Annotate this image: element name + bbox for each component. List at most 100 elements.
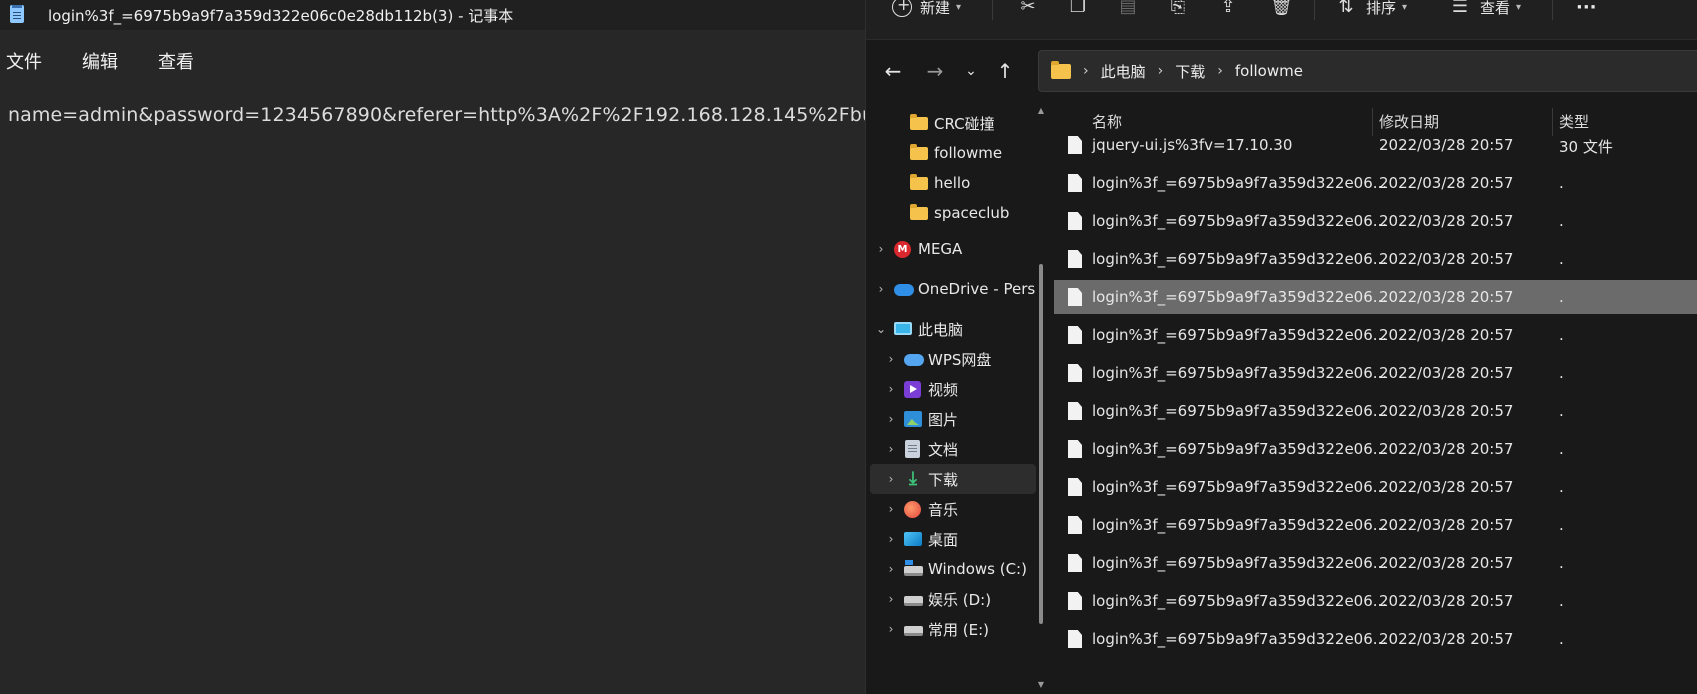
- nav-item-label: 此电脑: [918, 320, 964, 339]
- chevron-right-icon[interactable]: ›: [884, 382, 898, 396]
- sort-ascending-icon: ⌃: [1224, 104, 1232, 109]
- video-icon: [904, 381, 921, 398]
- notepad-titlebar[interactable]: login%3f_=6975b9a9f7a359d322e06c0e28db11…: [0, 0, 865, 30]
- file-row[interactable]: login%3f_=6975b9a9f7a359d322e06... 2022/…: [1054, 432, 1697, 466]
- chevron-right-icon[interactable]: ›: [874, 242, 888, 256]
- nav-item-hello[interactable]: hello: [870, 168, 1036, 198]
- file-row[interactable]: login%3f_=6975b9a9f7a359d322e06... 2022/…: [1054, 584, 1697, 618]
- chevron-right-icon[interactable]: ›: [884, 562, 898, 576]
- recent-locations-chevron-icon[interactable]: ⌄: [958, 58, 984, 84]
- trash-icon: 🗑: [1270, 0, 1293, 17]
- file-icon: [1068, 516, 1082, 534]
- nav-item-pictures[interactable]: › 图片: [870, 404, 1036, 434]
- notepad-title: login%3f_=6975b9a9f7a359d322e06c0e28db11…: [48, 7, 514, 25]
- copy-button[interactable]: ❐: [1068, 0, 1088, 22]
- chevron-right-icon[interactable]: ›: [874, 282, 888, 296]
- file-type: .: [1559, 478, 1564, 496]
- file-name: login%3f_=6975b9a9f7a359d322e06...: [1092, 478, 1388, 496]
- folder-icon: [910, 204, 928, 220]
- scroll-up-arrow-icon[interactable]: ▲: [1036, 106, 1046, 115]
- scrollbar-thumb[interactable]: [1039, 264, 1043, 624]
- breadcrumb-downloads[interactable]: 下载: [1175, 61, 1205, 82]
- drive-icon: [904, 596, 923, 606]
- back-arrow-icon[interactable]: ←: [880, 58, 906, 84]
- nav-item-label: 图片: [928, 410, 959, 429]
- folder-icon: [910, 114, 928, 130]
- nav-item-label: followme: [934, 144, 1003, 162]
- nav-item-label: CRC碰撞: [934, 114, 995, 133]
- more-options-button[interactable]: ···: [1576, 0, 1597, 22]
- chevron-right-icon[interactable]: ›: [884, 472, 898, 486]
- notepad-content: name=admin&password=1234567890&referer=h…: [8, 104, 865, 126]
- nav-item-drive-e[interactable]: › 常用 (E:): [870, 614, 1036, 644]
- chevron-right-icon[interactable]: ›: [884, 592, 898, 606]
- chevron-right-icon[interactable]: ›: [884, 442, 898, 456]
- file-explorer-window: 新建 ▾ ✂ ❐ ▤ ⎘ ⇪ 🗑 ⇅ 排序 ▾ ☰ 查看 ▾ ··· ← → ⌄…: [865, 0, 1697, 694]
- nav-item-this-pc[interactable]: ⌄ 此电脑: [870, 314, 1036, 344]
- sort-button[interactable]: ⇅ 排序 ▾: [1336, 0, 1407, 22]
- notepad-menubar: 文件 编辑 查看: [0, 42, 228, 78]
- file-row[interactable]: login%3f_=6975b9a9f7a359d322e06... 2022/…: [1054, 470, 1697, 504]
- menu-file[interactable]: 文件: [0, 42, 64, 78]
- nav-item-videos[interactable]: › 视频: [870, 374, 1036, 404]
- chevron-right-icon[interactable]: ›: [884, 352, 898, 366]
- nav-item-followme[interactable]: followme: [870, 138, 1036, 168]
- file-type: .: [1559, 326, 1564, 344]
- cut-button[interactable]: ✂: [1018, 0, 1038, 22]
- nav-item-downloads[interactable]: › ⤓ 下载: [870, 464, 1036, 494]
- file-row[interactable]: login%3f_=6975b9a9f7a359d322e06... 2022/…: [1054, 318, 1697, 352]
- file-name: jquery-ui.js%3fv=17.10.30: [1092, 136, 1293, 154]
- nav-item-onedrive[interactable]: › OneDrive - Persc: [870, 274, 1036, 304]
- delete-button[interactable]: 🗑: [1270, 0, 1293, 22]
- share-button[interactable]: ⇪: [1218, 0, 1238, 22]
- file-icon: [1068, 326, 1082, 344]
- file-row[interactable]: login%3f_=6975b9a9f7a359d322e06... 2022/…: [1054, 546, 1697, 580]
- file-row[interactable]: login%3f_=6975b9a9f7a359d322e06... 2022/…: [1054, 394, 1697, 428]
- sort-label: 排序: [1366, 0, 1397, 17]
- file-row[interactable]: login%3f_=6975b9a9f7a359d322e06... 2022/…: [1054, 622, 1697, 656]
- file-row[interactable]: login%3f_=6975b9a9f7a359d322e06... 2022/…: [1054, 508, 1697, 542]
- file-row[interactable]: login%3f_=6975b9a9f7a359d322e06... 2022/…: [1054, 242, 1697, 276]
- file-row[interactable]: login%3f_=6975b9a9f7a359d322e06... 2022/…: [1054, 166, 1697, 200]
- breadcrumb-followme[interactable]: followme: [1235, 62, 1303, 80]
- view-button[interactable]: ☰ 查看 ▾: [1450, 0, 1521, 22]
- nav-item-spaceclub[interactable]: spaceclub: [870, 198, 1036, 228]
- file-date: 2022/03/28 20:57: [1379, 440, 1514, 458]
- paste-button[interactable]: ▤: [1118, 0, 1138, 22]
- notepad-text-area[interactable]: name=admin&password=1234567890&referer=h…: [0, 86, 865, 694]
- nav-item-crc[interactable]: CRC碰撞: [870, 108, 1036, 138]
- file-row[interactable]: jquery-ui.js%3fv=17.10.30 2022/03/28 20:…: [1054, 128, 1697, 162]
- nav-item-label: OneDrive - Persc: [918, 280, 1036, 298]
- address-bar[interactable]: › 此电脑 › 下载 › followme: [1038, 50, 1697, 92]
- toolbar-divider: [1314, 0, 1315, 20]
- chevron-right-icon[interactable]: ›: [884, 622, 898, 636]
- chevron-down-icon[interactable]: ⌄: [874, 322, 888, 336]
- menu-edit[interactable]: 编辑: [76, 42, 140, 78]
- file-date: 2022/03/28 20:57: [1379, 516, 1514, 534]
- file-row[interactable]: login%3f_=6975b9a9f7a359d322e06... 2022/…: [1054, 356, 1697, 390]
- new-button[interactable]: 新建 ▾: [892, 0, 961, 22]
- breadcrumb-this-pc[interactable]: 此电脑: [1101, 61, 1146, 82]
- file-row-selected[interactable]: login%3f_=6975b9a9f7a359d322e06... 2022/…: [1054, 280, 1697, 314]
- chevron-right-icon: ›: [1217, 63, 1223, 79]
- nav-item-drive-c[interactable]: › Windows (C:): [870, 554, 1036, 584]
- chevron-right-icon[interactable]: ›: [884, 412, 898, 426]
- rename-button[interactable]: ⎘: [1168, 0, 1188, 22]
- forward-arrow-icon[interactable]: →: [922, 58, 948, 84]
- nav-item-mega[interactable]: › M MEGA: [870, 234, 1036, 264]
- file-icon: [1068, 554, 1082, 572]
- scroll-down-arrow-icon[interactable]: ▼: [1036, 680, 1046, 689]
- file-name: login%3f_=6975b9a9f7a359d322e06...: [1092, 554, 1388, 572]
- chevron-right-icon[interactable]: ›: [884, 502, 898, 516]
- up-arrow-icon[interactable]: ↑: [992, 58, 1018, 84]
- nav-item-label: hello: [934, 174, 971, 192]
- nav-item-desktop[interactable]: › 桌面: [870, 524, 1036, 554]
- chevron-right-icon[interactable]: ›: [884, 532, 898, 546]
- menu-view[interactable]: 查看: [152, 42, 216, 78]
- nav-pane-scrollbar[interactable]: ▲ ▼: [1036, 104, 1046, 694]
- file-row[interactable]: login%3f_=6975b9a9f7a359d322e06... 2022/…: [1054, 204, 1697, 238]
- nav-item-drive-d[interactable]: › 娱乐 (D:): [870, 584, 1036, 614]
- nav-item-documents[interactable]: › 文档: [870, 434, 1036, 464]
- nav-item-wps[interactable]: › WPS网盘: [870, 344, 1036, 374]
- nav-item-music[interactable]: › 音乐: [870, 494, 1036, 524]
